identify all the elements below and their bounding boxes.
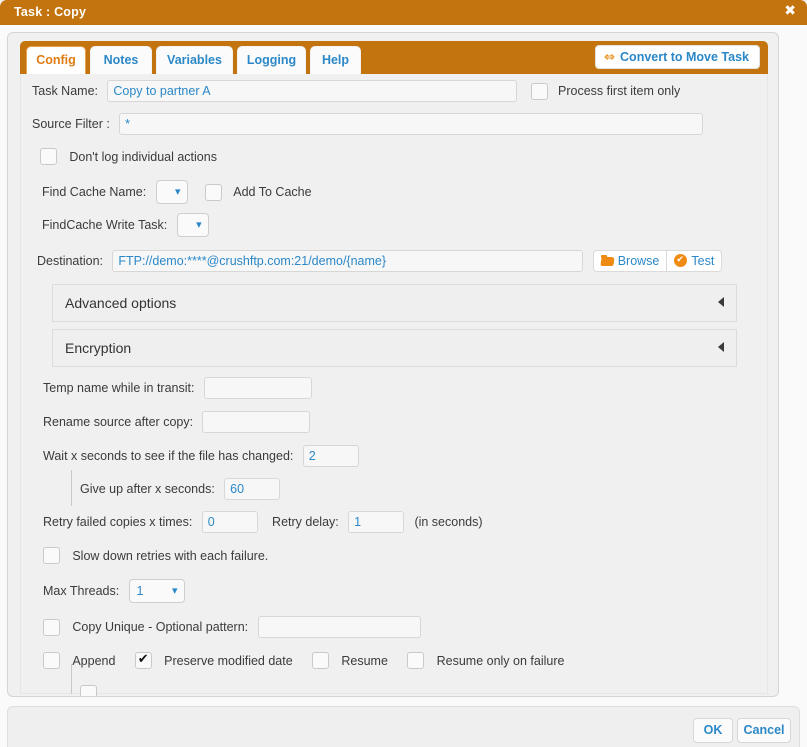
- rename-source-row: Rename source after copy:: [43, 411, 311, 433]
- convert-to-move-task-button[interactable]: ⇔ Convert to Move Task: [595, 45, 760, 69]
- rename-source-label: Rename source after copy:: [43, 415, 194, 429]
- retry-row: Retry failed copies x times: Retry delay…: [43, 511, 483, 533]
- slow-down-retries-row: Slow down retries with each failure.: [43, 547, 268, 564]
- tab-variables[interactable]: Variables: [156, 46, 233, 74]
- config-form: Task Name: Process first item only Sourc…: [21, 74, 767, 696]
- max-threads-value: 1: [136, 584, 144, 598]
- find-cache-name-label: Find Cache Name:: [42, 185, 147, 199]
- destination-row: Destination: Browse Test: [37, 250, 723, 272]
- findcache-write-task-select[interactable]: ▾: [176, 213, 209, 237]
- task-name-row: Task Name: Process first item only: [32, 80, 680, 102]
- retry-failed-input[interactable]: [201, 511, 258, 533]
- preserve-modified-date-checkbox[interactable]: [134, 651, 152, 669]
- process-first-item-only-label: Process first item only: [558, 84, 681, 98]
- tab-logging[interactable]: Logging: [237, 46, 306, 74]
- dialog-footer: OK Cancel: [7, 706, 800, 747]
- tab-strip: Config Notes Variables Logging Help ⇔ Con…: [20, 41, 768, 74]
- convert-to-move-task-label: Convert to Move Task: [620, 50, 749, 64]
- find-cache-name-row: Find Cache Name: ▾ Add To Cache: [42, 180, 312, 204]
- dialog-title: Task : Copy: [14, 5, 87, 19]
- copy-flags-row: Append Preserve modified date Resume Res…: [43, 651, 565, 669]
- append-checkbox[interactable]: [43, 652, 60, 669]
- retry-delay-suffix: (in seconds): [414, 515, 483, 529]
- tab-help[interactable]: Help: [310, 46, 361, 74]
- dont-log-individual-actions-label: Don't log individual actions: [69, 149, 217, 164]
- swap-horizontal-arrows-icon: ⇔: [604, 50, 616, 65]
- slow-down-retries-label: Slow down retries with each failure.: [72, 548, 269, 563]
- encryption-section[interactable]: Encryption: [52, 329, 737, 367]
- advanced-options-title: Advanced options: [65, 295, 177, 311]
- chevron-left-icon: [718, 297, 724, 307]
- findcache-write-task-row: FindCache Write Task: ▾: [42, 213, 209, 237]
- chevron-down-icon: ▾: [196, 218, 202, 231]
- destination-input[interactable]: [112, 250, 584, 272]
- close-icon[interactable]: ✖: [784, 4, 796, 19]
- chevron-left-icon: [718, 342, 724, 352]
- find-cache-name-select[interactable]: ▾: [155, 180, 188, 204]
- source-filter-row: Source Filter :: [32, 113, 704, 135]
- resume-only-on-failure-checkbox[interactable]: [407, 652, 425, 669]
- source-filter-input[interactable]: [119, 113, 704, 135]
- retry-delay-label: Retry delay:: [272, 515, 339, 529]
- destination-label: Destination:: [37, 254, 104, 268]
- config-panel: Config Notes Variables Logging Help ⇔ Con…: [7, 32, 779, 697]
- dont-log-individual-actions-row: Don't log individual actions: [40, 148, 217, 165]
- copy-unique-pattern-input[interactable]: [258, 616, 422, 638]
- copy-unique-checkbox[interactable]: [43, 618, 60, 636]
- add-to-cache-label: Add To Cache: [233, 185, 312, 199]
- chevron-down-icon: ▾: [175, 185, 181, 198]
- encryption-title: Encryption: [65, 340, 132, 356]
- clipped-row: [80, 685, 97, 696]
- give-up-seconds-label: Give up after x seconds:: [80, 482, 215, 496]
- task-name-label: Task Name:: [32, 84, 98, 98]
- preserve-modified-date-label: Preserve modified date: [164, 653, 293, 668]
- temp-name-input[interactable]: [203, 377, 312, 399]
- source-filter-label: Source Filter :: [32, 117, 110, 131]
- indent-guide-bottom: [71, 664, 72, 694]
- give-up-seconds-row: Give up after x seconds:: [80, 478, 281, 500]
- browse-button[interactable]: Browse: [592, 250, 667, 272]
- copy-unique-row: Copy Unique - Optional pattern:: [43, 616, 422, 638]
- max-threads-row: Max Threads: 1 ▾: [43, 579, 185, 603]
- dialog-body: Config Notes Variables Logging Help ⇔ Con…: [0, 25, 807, 747]
- temp-name-row: Temp name while in transit:: [43, 377, 312, 399]
- append-label: Append: [72, 653, 116, 668]
- wait-seconds-label: Wait x seconds to see if the file has ch…: [43, 449, 294, 463]
- cancel-button[interactable]: Cancel: [737, 718, 791, 743]
- max-threads-label: Max Threads:: [43, 584, 120, 598]
- tab-config[interactable]: Config: [26, 46, 86, 74]
- process-first-item-only-checkbox[interactable]: [530, 82, 548, 100]
- test-label: Test: [691, 254, 715, 268]
- browse-label: Browse: [617, 254, 660, 268]
- rename-source-input[interactable]: [202, 411, 311, 433]
- retry-delay-input[interactable]: [348, 511, 405, 533]
- temp-name-label: Temp name while in transit:: [43, 381, 195, 395]
- config-form-container: Task Name: Process first item only Sourc…: [20, 74, 768, 696]
- folder-open-icon: [600, 255, 614, 266]
- give-up-seconds-input[interactable]: [224, 478, 281, 500]
- resume-label: Resume: [341, 653, 388, 668]
- max-threads-select[interactable]: 1 ▾: [128, 579, 185, 603]
- ok-button[interactable]: OK: [693, 718, 733, 743]
- wait-seconds-row: Wait x seconds to see if the file has ch…: [43, 445, 359, 467]
- resume-checkbox[interactable]: [312, 652, 330, 669]
- task-name-input[interactable]: [107, 80, 518, 102]
- resume-only-on-failure-label: Resume only on failure: [436, 653, 565, 668]
- findcache-write-task-label: FindCache Write Task:: [42, 218, 168, 232]
- dialog-titlebar: Task : Copy ✖: [0, 0, 807, 25]
- add-to-cache-checkbox[interactable]: [204, 183, 222, 201]
- indent-guide: [71, 470, 72, 506]
- slow-down-retries-checkbox[interactable]: [43, 547, 60, 564]
- clipped-checkbox[interactable]: [80, 685, 97, 696]
- retry-failed-label: Retry failed copies x times:: [43, 515, 193, 529]
- tab-notes[interactable]: Notes: [90, 46, 152, 74]
- test-button[interactable]: Test: [666, 250, 723, 272]
- wait-seconds-input[interactable]: [302, 445, 359, 467]
- copy-unique-label: Copy Unique - Optional pattern:: [72, 620, 249, 634]
- advanced-options-section[interactable]: Advanced options: [52, 284, 737, 322]
- check-circle-icon: [674, 253, 688, 267]
- dont-log-individual-actions-checkbox[interactable]: [40, 148, 57, 165]
- chevron-down-icon: ▾: [172, 584, 178, 597]
- task-copy-dialog: Task : Copy ✖ Config Notes Variables Log…: [0, 0, 807, 747]
